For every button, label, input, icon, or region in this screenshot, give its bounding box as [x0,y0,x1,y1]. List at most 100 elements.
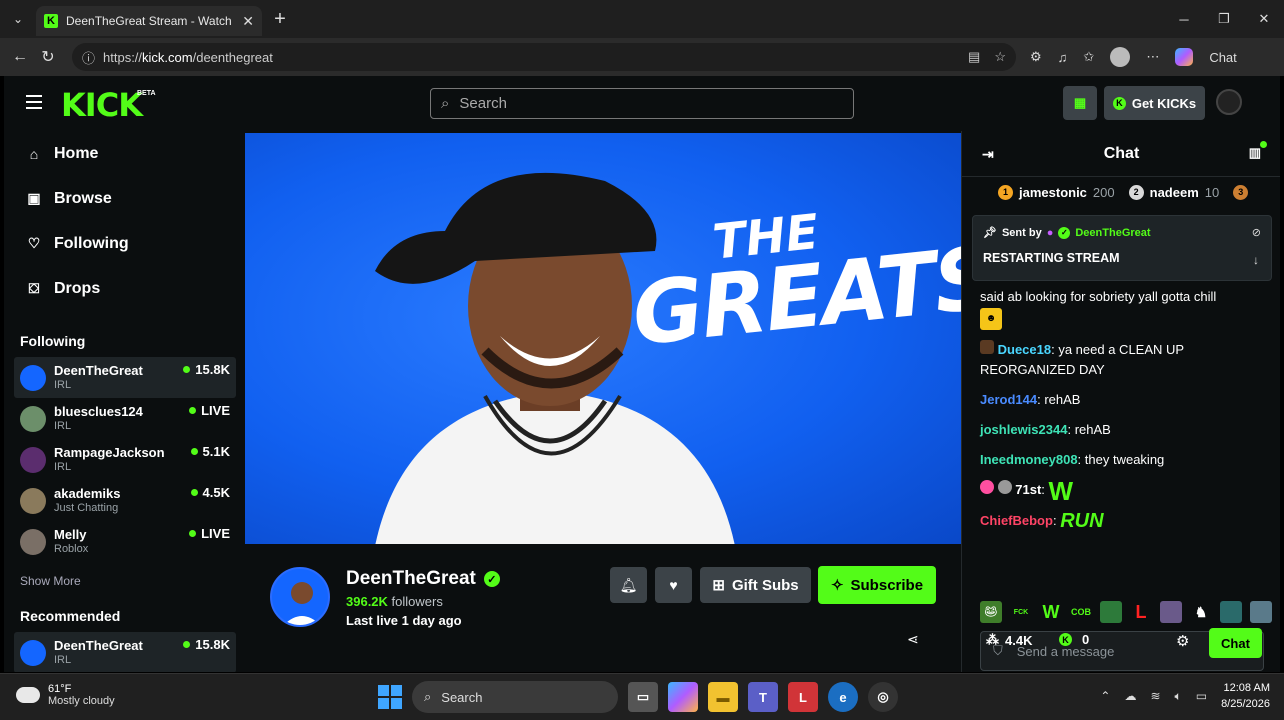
tab-actions-menu[interactable]: ⌄ [0,0,36,38]
following-channel-row[interactable]: bluesclues124 IRL LIVE [14,398,236,439]
following-channel-row[interactable]: akademiks Just Chatting 4.5K [14,480,236,521]
reader-mode-icon[interactable]: ▤ [968,49,980,65]
mic-icon: ● [1046,226,1054,239]
get-kicks-button[interactable]: K Get KICKs [1104,86,1205,120]
url-field[interactable]: ⓘ https://kick.com/deenthegreat ▤ ☆ [72,43,1016,71]
sidebar: ⌂ Home ▣ Browse ♡ Following ⛋ Drops Foll… [4,131,244,672]
wifi-icon[interactable]: ≋ [1150,689,1160,703]
get-kicks-label: Get KICKs [1131,95,1197,111]
copilot-icon[interactable] [1175,48,1194,66]
taskbar-search[interactable]: ⌕ Search [412,681,618,713]
windows-start-icon[interactable] [378,685,402,709]
site-info-icon[interactable]: ⓘ [82,48,95,67]
emote-icon[interactable]: 🐸︎ [980,601,1002,623]
share-icon[interactable]: ⋖ [907,631,919,648]
kicks-balance: K 0 [1059,632,1089,647]
battery-icon[interactable]: ▭ [1196,689,1207,703]
subscribe-button[interactable]: ✧ Subscribe [818,566,936,604]
sidebar-item-drops[interactable]: ⛋ Drops [4,266,244,311]
favorite-star-icon[interactable]: ☆ [994,49,1006,65]
recommended-channel-row[interactable]: DeenTheGreat IRL 15.8K [14,632,236,672]
clock[interactable]: 12:08 AM 8/25/2026 [1221,680,1270,712]
close-tab-icon[interactable]: ✕ [242,13,254,30]
copilot-app-icon[interactable] [668,682,698,712]
new-tab-button[interactable]: + [262,8,298,31]
verified-badge-icon: ✓ [483,571,500,587]
follow-button[interactable]: ♥ [655,567,692,603]
chat-username[interactable]: Duece18 [998,342,1051,357]
file-explorer-icon[interactable]: ▬ [708,682,738,712]
minimize-icon[interactable]: ─ [1164,12,1204,27]
kicks-store-button[interactable]: ▦ [1063,86,1097,120]
copilot-chat-label[interactable]: Chat [1209,50,1236,65]
teams-icon[interactable]: T [748,682,778,712]
search-input[interactable]: ⌕ Search [430,88,854,119]
emote-icon[interactable] [1250,601,1272,623]
gift-subs-button[interactable]: ⊞ Gift Subs [700,567,811,603]
leaderboard-name[interactable]: jamestonic [1019,185,1087,200]
home-icon: ⌂ [29,145,39,162]
menu-icon[interactable] [26,95,42,109]
app-icon[interactable]: ◎ [868,682,898,712]
sidebar-item-home[interactable]: ⌂ Home [4,131,244,176]
live-dot-icon [183,641,191,648]
chat-username[interactable]: joshlewis2344 [980,422,1067,437]
sidebar-item-following[interactable]: ♡ Following [4,221,244,266]
sidebar-item-browse[interactable]: ▣ Browse [4,176,244,221]
show-more-link[interactable]: Show More [4,574,244,588]
chat-settings-icon[interactable]: ⚙ [1176,632,1189,650]
following-heading: Following [20,333,86,349]
chat-message: 71st: W [980,478,1263,504]
cloud-icon[interactable]: ☁ [1124,689,1136,703]
heart-icon: ♡ [27,235,41,251]
expand-pin-icon[interactable]: ↓ [1253,253,1259,267]
collapse-chat-icon[interactable]: ⇥ [982,146,994,163]
emote-icon[interactable] [1100,601,1122,623]
edge-browser-icon[interactable]: e [828,682,858,712]
back-icon[interactable]: ← [6,48,34,66]
weather-temp: 61°F [48,683,72,695]
channel-name[interactable]: DeenTheGreat ✓ [346,568,500,590]
chat-username[interactable]: ChiefBebop [980,513,1053,528]
user-avatar[interactable] [1216,89,1242,115]
send-chat-button[interactable]: Chat [1209,628,1262,658]
tray-overflow-icon[interactable]: ⌃ [1100,689,1110,703]
notifications-button[interactable]: 🔔︎ [610,567,647,603]
refresh-icon[interactable]: ↻ [34,47,62,67]
chat-users-icon[interactable]: ▥ [1249,141,1268,161]
task-view-icon[interactable]: ▭ [628,682,658,712]
browser-tab[interactable]: K DeenTheGreat Stream - Watch Live ✕ [36,6,262,36]
emote-icon[interactable]: W [1040,601,1062,623]
emote-icon[interactable]: COB [1070,601,1092,623]
emote-icon[interactable]: L [1130,601,1152,623]
close-window-icon[interactable]: ✕ [1244,11,1284,27]
media-icon[interactable]: ♫ [1058,50,1068,65]
extensions-icon[interactable]: ⚙ [1030,49,1042,65]
following-channel-row[interactable]: Melly Roblox LIVE [14,521,236,562]
emote-icon[interactable]: ♞ [1190,601,1212,623]
video-player[interactable]: THE GREATS [245,133,961,544]
chat-username[interactable]: 71st [1015,482,1041,497]
emote-icon[interactable] [1160,601,1182,623]
weather-widget[interactable]: 61°F Mostly cloudy [12,681,115,707]
rank-badge: 1 [998,184,1013,200]
following-channel-row[interactable]: DeenTheGreat IRL 15.8K [14,357,236,398]
channel-avatar[interactable] [270,567,330,627]
emote-icon[interactable]: FCK [1010,601,1032,623]
emote-icon[interactable] [1220,601,1242,623]
l-app-icon[interactable]: L [788,682,818,712]
following-channel-row[interactable]: RampageJackson IRL 5.1K [14,439,236,480]
sidebar-item-label: Browse [54,189,112,207]
more-menu-icon[interactable]: ⋯ [1146,49,1159,65]
chat-username[interactable]: Jerod144 [980,392,1037,407]
hide-pin-icon[interactable]: ⊘ [1252,226,1261,239]
kick-logo[interactable]: KICK [61,86,143,124]
favorites-icon[interactable]: ✩ [1083,49,1094,65]
maximize-icon[interactable]: ❐ [1204,11,1244,27]
chat-title: Chat [1103,144,1140,162]
chat-username[interactable]: Ineedmoney808 [980,452,1078,467]
volume-icon[interactable]: 🔈︎ [1175,689,1182,704]
leaderboard-name[interactable]: nadeem [1150,185,1199,200]
profile-avatar[interactable] [1110,47,1131,67]
kick-favicon-icon: K [44,14,58,28]
